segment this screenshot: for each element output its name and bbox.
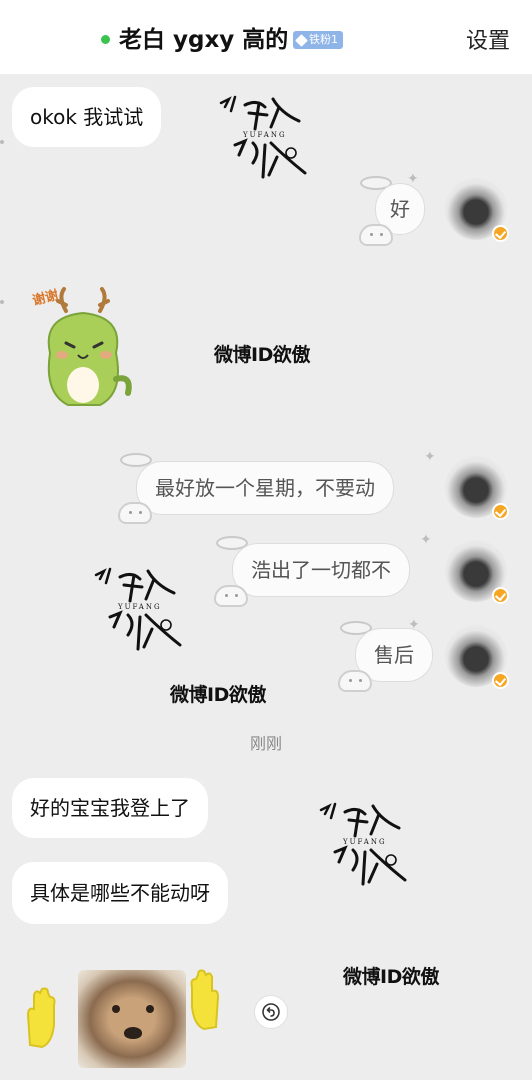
bubble-decoration [338,670,372,692]
yufang-logo-watermark: YUFANG [219,95,307,179]
fan-level-badge[interactable]: 铁粉1 [293,31,343,49]
svg-text:YUFANG: YUFANG [117,603,162,611]
message-bubble-received[interactable]: 具体是哪些不能动呀 [12,862,228,924]
dragon-sticker[interactable] [28,283,138,413]
message-text: 具体是哪些不能动呀 [30,881,210,905]
chat-title: 老白 ygxy 高的 [119,27,289,53]
edge-mark [0,140,4,144]
user-avatar[interactable] [445,178,509,242]
user-avatar[interactable] [445,625,509,689]
bubble-decoration: ✦ [420,532,432,548]
message-text: okok 我试试 [30,105,144,129]
message-timestamp: 刚刚 [249,734,282,753]
bubble-decoration [118,502,152,524]
verified-badge-icon [492,672,509,689]
verified-badge-icon [492,587,509,604]
watermark-text: 微博ID欲傲 [170,684,266,706]
user-avatar[interactable] [445,540,509,604]
dog-eye [146,1005,154,1013]
chat-header: 老白 ygxy 高的 铁粉1 设置 [0,0,532,74]
verified-badge-icon [492,225,509,242]
message-bubble-received[interactable]: okok 我试试 [12,87,162,147]
message-bubble-sent[interactable]: 最好放一个星期，不要动 [136,461,394,515]
svg-text:YUFANG: YUFANG [242,131,287,139]
bubble-decoration: ✦ [424,449,436,465]
yufang-logo-watermark: YUFANG [319,802,407,886]
verified-badge-icon [492,503,509,520]
dog-nose [124,1027,142,1039]
message-text: 好 [390,197,410,221]
watermark-text: 微博ID欲傲 [214,344,310,366]
message-text: 最好放一个星期，不要动 [155,476,375,500]
dog-eye [112,1005,120,1013]
online-status-dot [101,35,110,44]
message-text: 好的宝宝我登上了 [30,796,190,820]
message-text: 售后 [374,643,414,667]
fan-badge-label: 铁粉1 [309,33,338,46]
message-bubble-sent[interactable]: 浩出了一切都不 [232,543,410,597]
bubble-decoration [359,224,393,246]
dog-sticker[interactable] [78,970,186,1068]
edge-mark [0,300,4,304]
clapping-hand-sticker [26,987,56,1049]
svg-text:YUFANG: YUFANG [342,838,387,846]
settings-button[interactable]: 设置 [466,27,510,57]
message-bubble-received[interactable]: 好的宝宝我登上了 [12,778,208,838]
message-text: 浩出了一切都不 [251,558,391,582]
user-avatar[interactable] [445,456,509,520]
yufang-logo-watermark: YUFANG [94,567,182,651]
bubble-decoration [214,585,248,607]
watermark-text: 微博ID欲傲 [343,966,439,988]
undo-button[interactable] [254,995,288,1029]
clapping-hand-sticker [190,969,220,1031]
undo-icon [262,1003,280,1021]
diamond-icon [295,33,308,47]
